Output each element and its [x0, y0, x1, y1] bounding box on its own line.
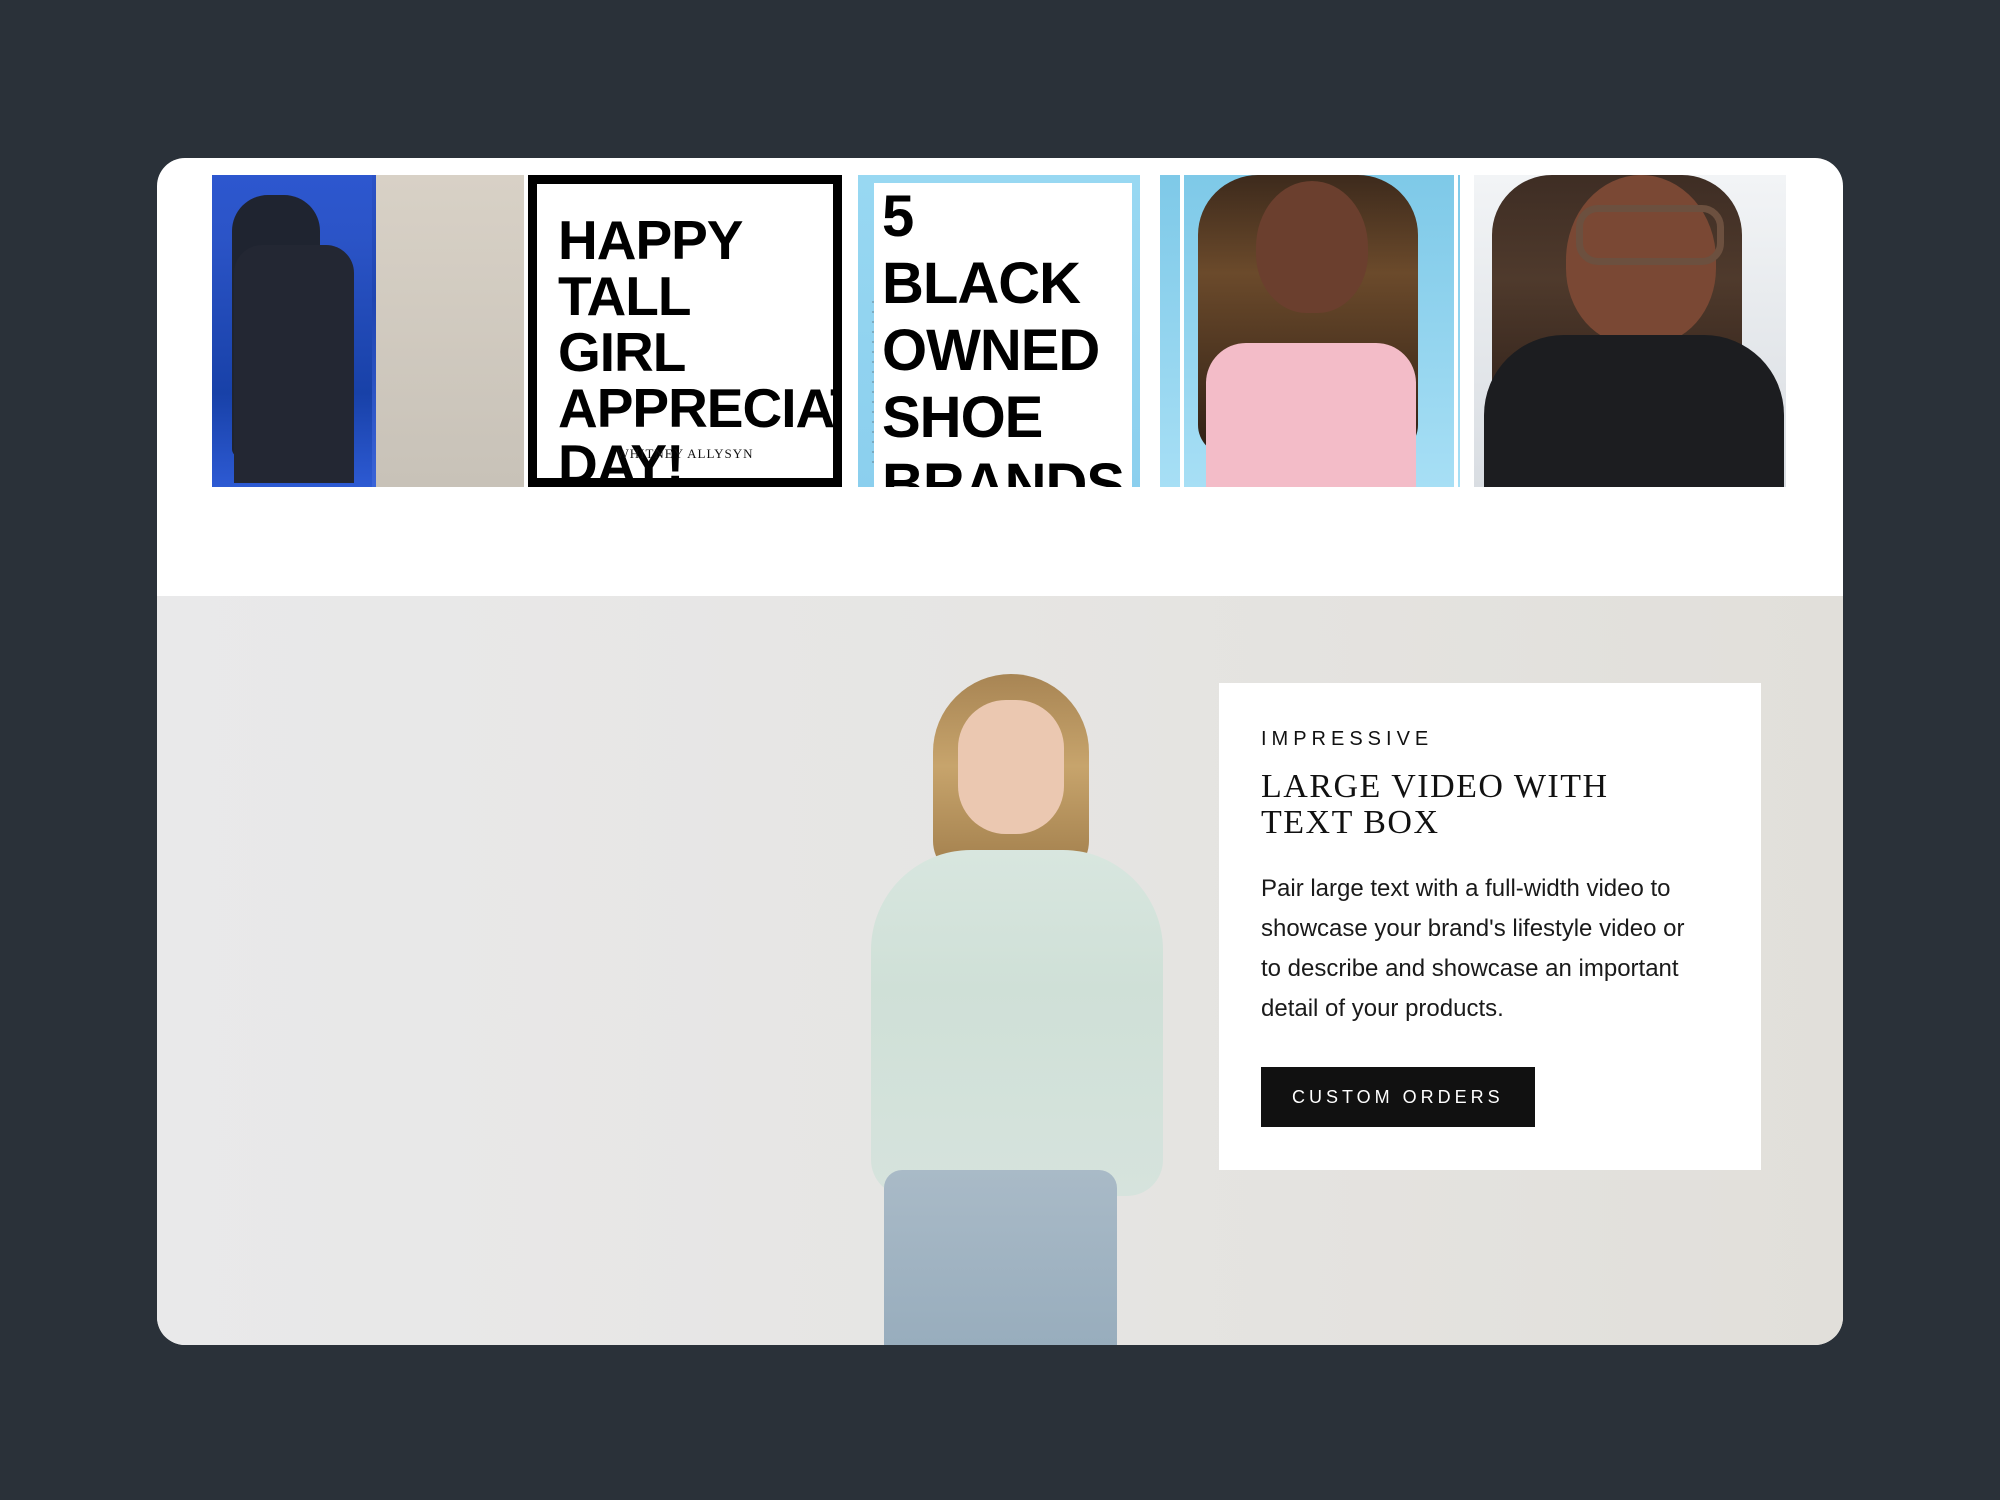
feed-tile-2[interactable]: HAPPY TALL GIRL APPRECIATION DAY! WHITNE… [528, 175, 842, 487]
glasses-icon [1576, 205, 1724, 265]
woman-top [1206, 343, 1416, 487]
model-jeans [884, 1170, 1117, 1345]
feed-tile-1[interactable] [212, 175, 524, 487]
model-sweater [871, 850, 1163, 1196]
woman-shirt [1484, 335, 1784, 487]
tile-2-subtitle: WHITNEY ALLYSYN [616, 446, 754, 461]
video-hero-section: IMPRESSIVE LARGE VIDEO WITH TEXT BOX Pai… [157, 596, 1843, 1345]
model-figure [851, 674, 1181, 1345]
photo-background [376, 175, 524, 487]
model-face [958, 700, 1064, 834]
hero-eyebrow: IMPRESSIVE [1261, 728, 1434, 750]
content-card: HAPPY TALL GIRL APPRECIATION DAY! WHITNE… [157, 158, 1843, 1345]
feed-tile-4[interactable] [1160, 175, 1460, 487]
woman-figure-right [234, 245, 354, 483]
instagram-feed: HAPPY TALL GIRL APPRECIATION DAY! WHITNE… [212, 175, 1788, 487]
custom-orders-button[interactable]: CUSTOM ORDERS [1261, 1067, 1535, 1127]
hero-headline: LARGE VIDEO WITH TEXT BOX [1261, 768, 1609, 841]
woman-face [1256, 181, 1368, 313]
tile-3-title-text: 5 BLACK OWNED SHOE BRANDS SIZE 11+ [874, 183, 1133, 487]
hero-description: Pair large text with a full-width video … [1261, 875, 1685, 1022]
feed-tile-3[interactable]: 5 BLACK OWNED SHOE BRANDS SIZE 11+ [858, 175, 1140, 487]
hero-text-box: IMPRESSIVE LARGE VIDEO WITH TEXT BOX Pai… [1219, 683, 1761, 1170]
feed-tile-5[interactable] [1474, 175, 1786, 487]
tile-3-title: 5 BLACK OWNED SHOE BRANDS SIZE 11+ [874, 183, 1133, 487]
